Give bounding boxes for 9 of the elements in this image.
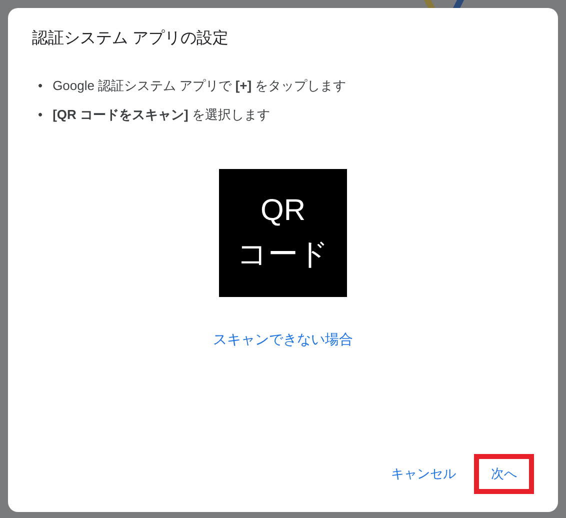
qr-placeholder-text: コード — [237, 240, 329, 270]
next-button[interactable]: 次へ — [474, 454, 534, 494]
dialog-title: 認証システム アプリの設定 — [32, 28, 230, 49]
instruction-step: [QR コードをスキャン] を選択します — [52, 106, 270, 124]
qr-placeholder-text: QR — [260, 196, 306, 226]
bullet: • — [38, 106, 43, 124]
instruction-step: Google 認証システム アプリで [+] をタップします — [52, 77, 346, 95]
cant-scan-link[interactable]: スキャンできない場合 — [213, 331, 353, 347]
bullet: • — [38, 77, 43, 95]
